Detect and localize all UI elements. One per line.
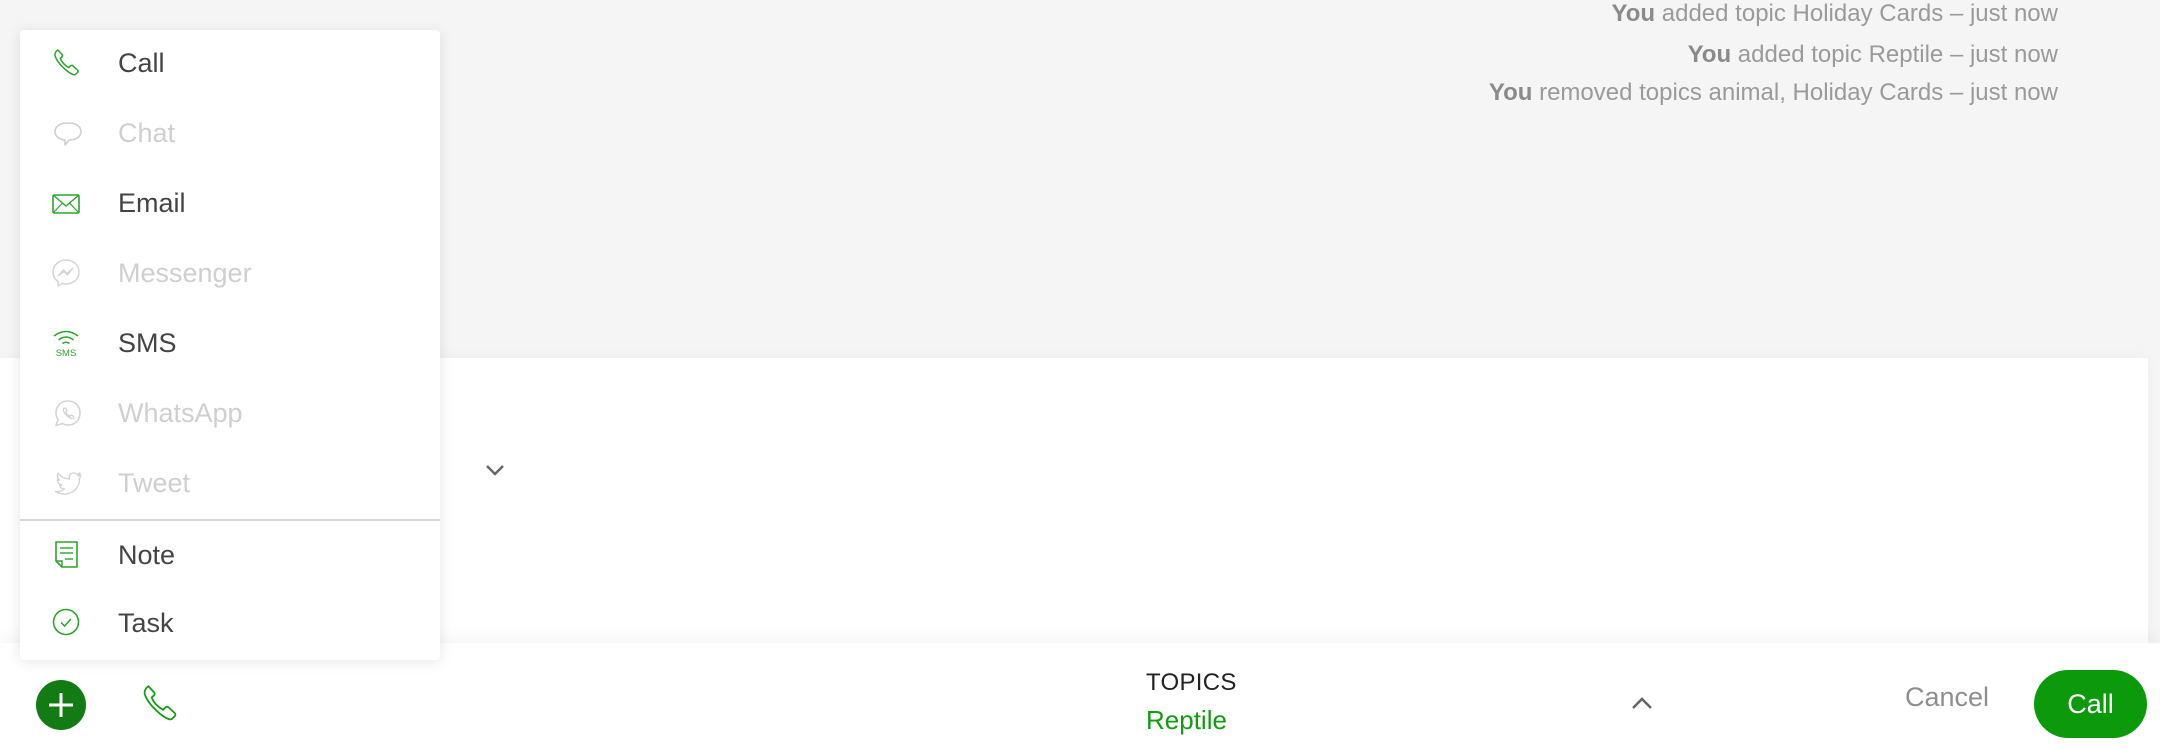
note-icon [50, 538, 86, 574]
menu-item-label: Task [118, 608, 174, 638]
menu-item-email[interactable]: Email [20, 170, 440, 238]
topics-value[interactable]: Reptile [1146, 705, 1237, 736]
activity-actor: You [1488, 79, 1533, 106]
chevron-up-icon[interactable] [1630, 695, 1654, 711]
menu-item-label: Note [118, 540, 176, 570]
activity-text: removed topics animal, Holiday Cards – j… [1539, 79, 2058, 106]
menu-item-sms[interactable]: SMS SMS [20, 310, 440, 378]
phone-icon [50, 46, 86, 82]
activity-type-menu: Call Chat Email Messenger SMS SMS WhatsA… [20, 30, 440, 660]
chevron-down-icon[interactable] [484, 462, 506, 478]
topics-label: TOPICS [1146, 669, 1237, 696]
activity-actor: You [1611, 0, 1656, 27]
check-circle-icon [50, 606, 86, 642]
menu-item-task[interactable]: Task [20, 590, 440, 658]
plus-icon [49, 693, 73, 717]
topics-field[interactable]: TOPICS Reptile [1146, 669, 1237, 736]
menu-item-label: SMS [118, 328, 177, 358]
phone-channel-button[interactable] [138, 681, 186, 729]
activity-entry: You removed topics animal, Holiday Cards… [1489, 79, 2058, 107]
menu-item-label: Call [118, 48, 165, 78]
menu-item-whatsapp[interactable]: WhatsApp [20, 380, 440, 448]
whatsapp-icon [50, 396, 86, 432]
add-activity-button[interactable] [36, 680, 86, 730]
messenger-icon [50, 256, 86, 292]
phone-icon [143, 685, 177, 721]
menu-item-label: WhatsApp [118, 398, 243, 428]
menu-item-label: Chat [118, 118, 176, 148]
call-submit-button[interactable]: Call [2034, 670, 2147, 738]
menu-item-label: Tweet [118, 468, 191, 498]
menu-item-note[interactable]: Note [20, 522, 440, 590]
activity-entry: You added topic Reptile – just now [1688, 41, 2058, 69]
twitter-bird-icon [50, 466, 86, 502]
envelope-icon [50, 186, 86, 222]
svg-text:SMS: SMS [56, 348, 77, 359]
menu-item-call[interactable]: Call [20, 30, 440, 98]
menu-item-messenger[interactable]: Messenger [20, 240, 440, 308]
menu-divider [20, 519, 440, 521]
menu-item-chat[interactable]: Chat [20, 100, 440, 168]
menu-item-label: Email [118, 188, 186, 218]
menu-item-label: Messenger [118, 258, 252, 288]
activity-entry: You added topic Holiday Cards – just now [1612, 0, 2058, 28]
sms-icon: SMS [50, 326, 86, 362]
cancel-button[interactable]: Cancel [1905, 679, 1989, 715]
activity-actor: You [1687, 41, 1732, 68]
menu-item-tweet[interactable]: Tweet [20, 450, 440, 518]
activity-text: added topic Holiday Cards – just now [1661, 0, 2058, 27]
activity-text: added topic Reptile – just now [1737, 41, 2058, 68]
chat-bubble-icon [50, 116, 86, 152]
